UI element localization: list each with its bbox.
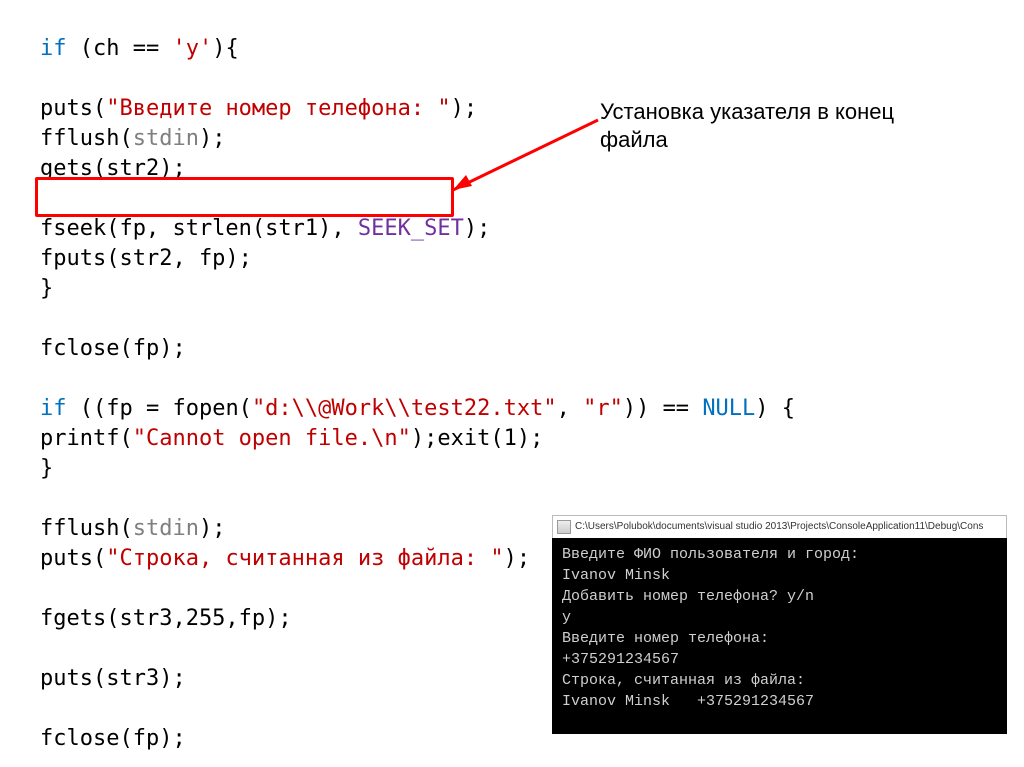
console-output: Введите ФИО пользователя и город: Ivanov… bbox=[552, 538, 1007, 734]
annotation-text: Установка указателя в конец файла bbox=[600, 98, 894, 154]
console-line: +375291234567 bbox=[562, 651, 679, 668]
console-line: Ivanov Minsk bbox=[562, 567, 670, 584]
console-title-text: C:\Users\Polubok\documents\visual studio… bbox=[575, 516, 983, 538]
arrow-icon bbox=[448, 110, 608, 200]
console-line: y bbox=[562, 609, 571, 626]
console-line: Ivanov Minsk +375291234567 bbox=[562, 693, 814, 710]
console-line: Добавить номер телефона? y/n bbox=[562, 588, 814, 605]
console-window: C:\Users\Polubok\documents\visual studio… bbox=[552, 515, 1007, 734]
app-icon bbox=[557, 520, 571, 534]
console-line: Строка, считанная из файла: bbox=[562, 672, 805, 689]
highlight-box bbox=[35, 177, 454, 217]
console-line: Введите ФИО пользователя и город: bbox=[562, 546, 859, 563]
console-line: Введите номер телефона: bbox=[562, 630, 769, 647]
console-titlebar: C:\Users\Polubok\documents\visual studio… bbox=[552, 515, 1007, 538]
